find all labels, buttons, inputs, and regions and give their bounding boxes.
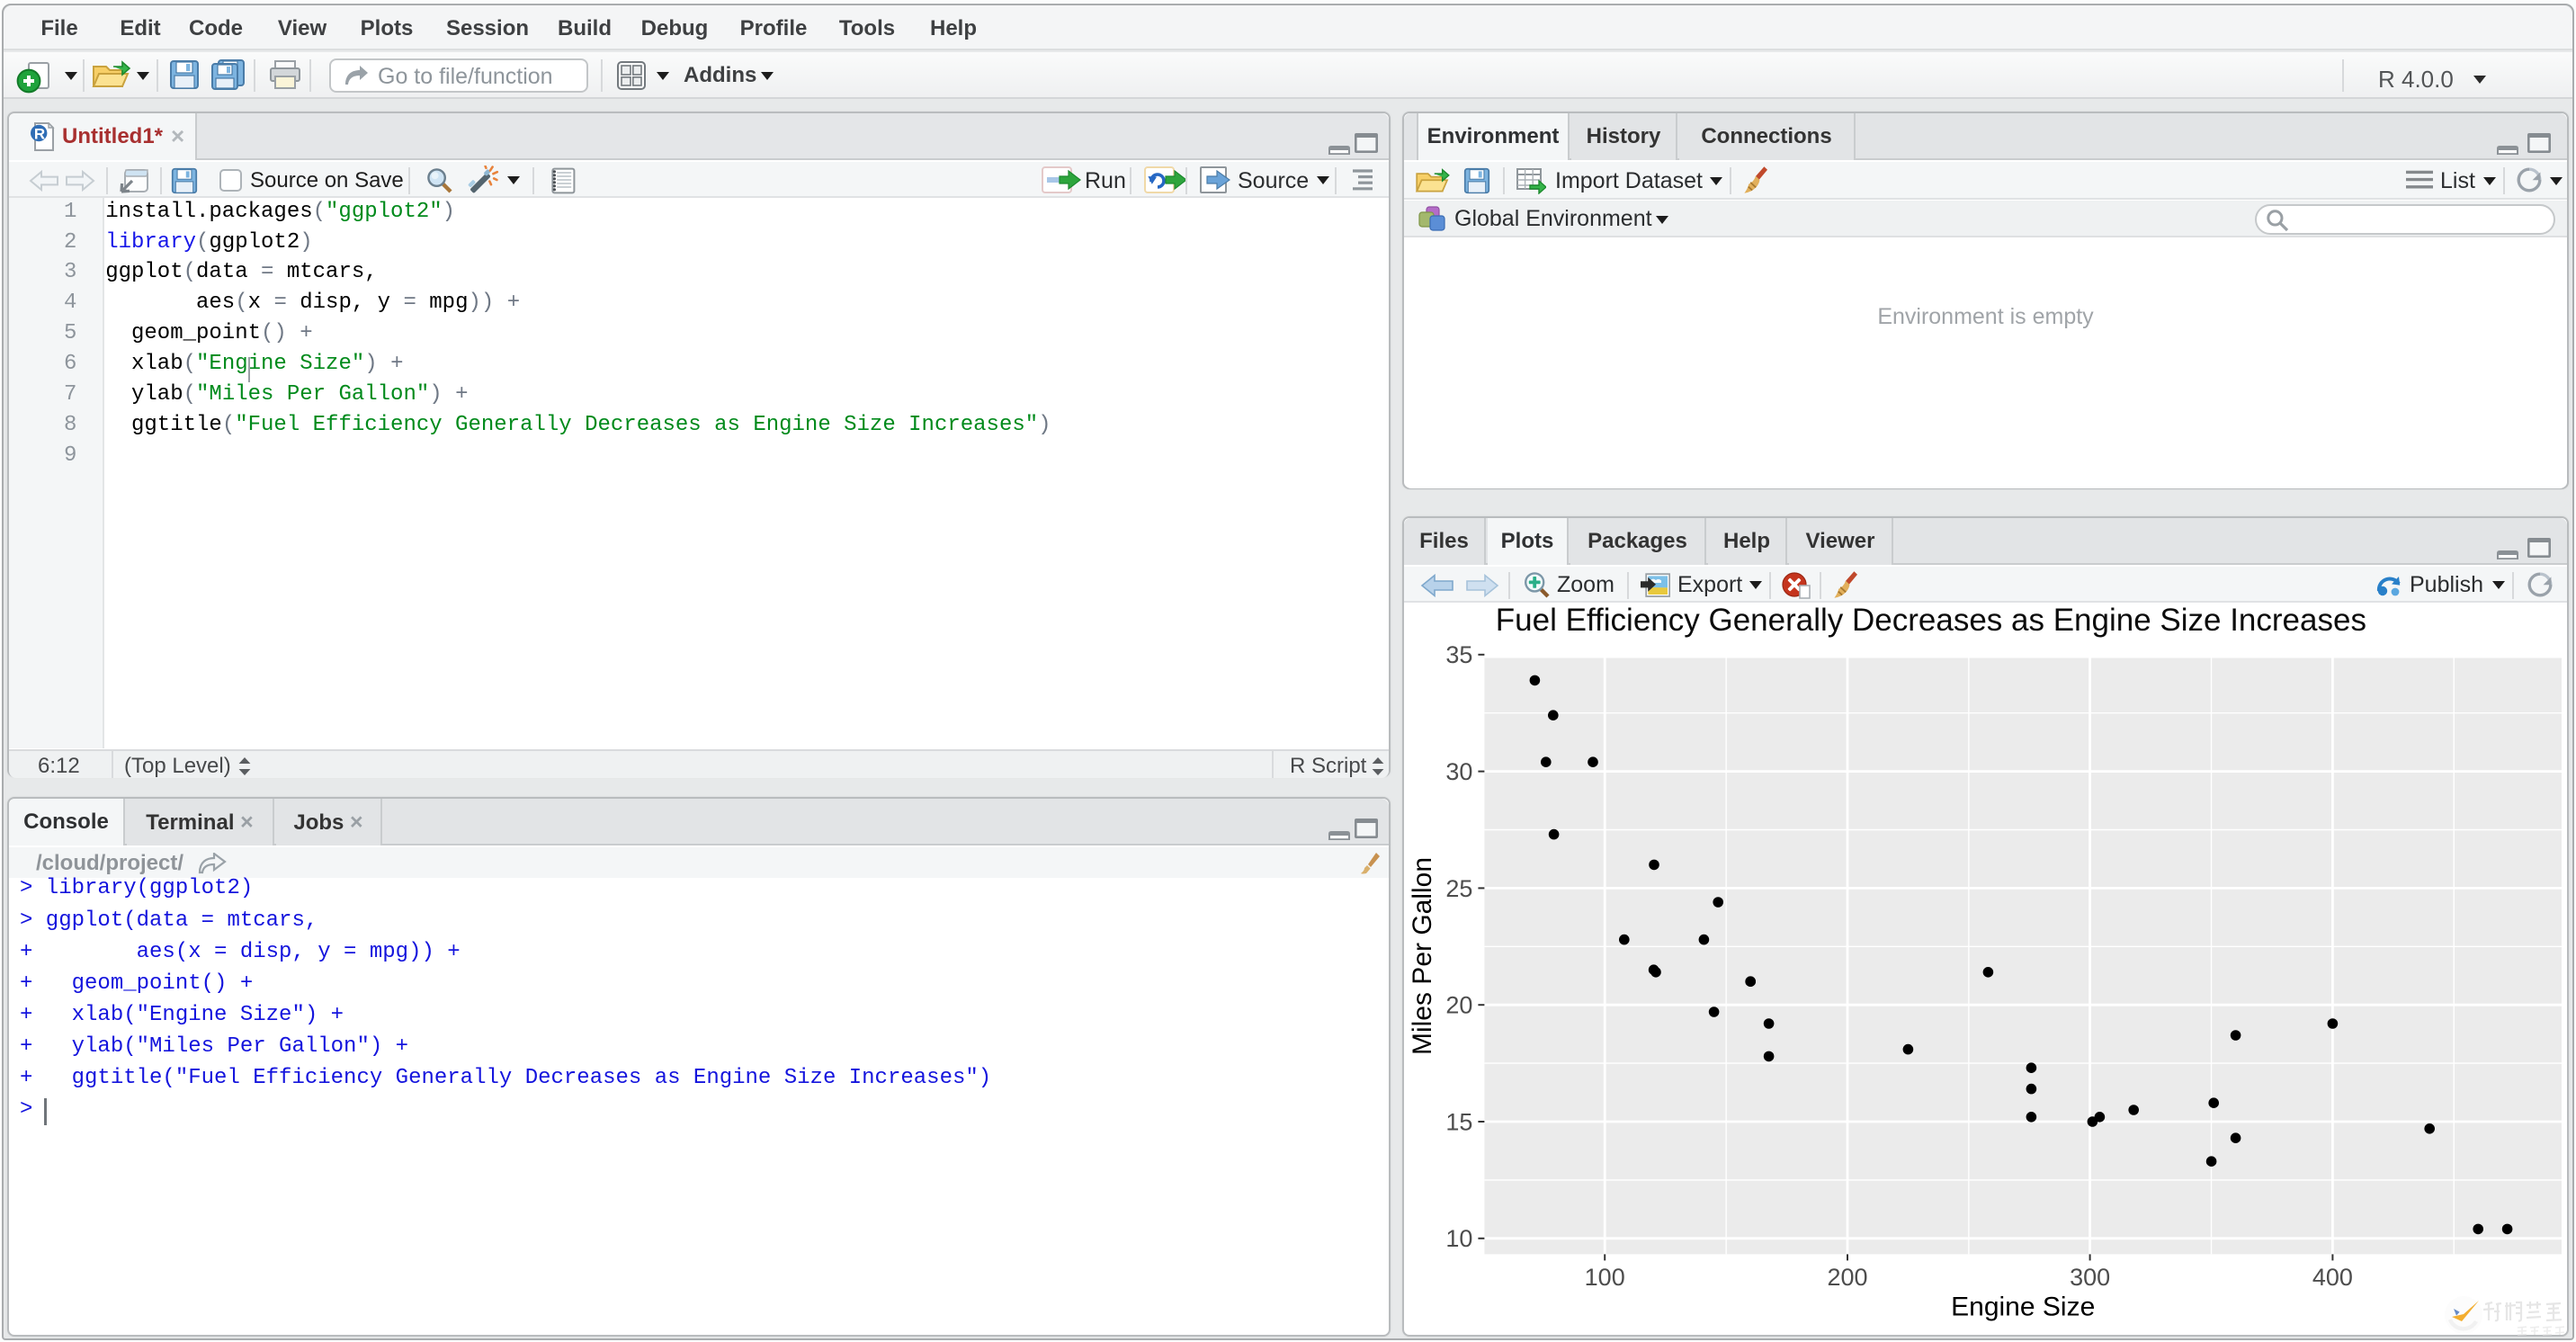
svg-text:Fuel Efficiency Generally Decr: Fuel Efficiency Generally Decreases as E… xyxy=(1496,603,2366,638)
svg-text:R: R xyxy=(34,125,45,142)
svg-text:300: 300 xyxy=(2070,1264,2110,1291)
svg-text:30: 30 xyxy=(1445,758,1472,785)
svg-text:10: 10 xyxy=(1445,1225,1472,1252)
svg-text:20: 20 xyxy=(1445,992,1472,1019)
svg-text:15: 15 xyxy=(1445,1108,1472,1135)
svg-text:400: 400 xyxy=(2312,1264,2353,1291)
svg-text:200: 200 xyxy=(1827,1264,1867,1291)
svg-text:Miles Per Gallon: Miles Per Gallon xyxy=(1408,857,1437,1055)
svg-text:100: 100 xyxy=(1585,1264,1625,1291)
svg-text:Engine Size: Engine Size xyxy=(1951,1293,2095,1322)
svg-text:25: 25 xyxy=(1445,875,1472,902)
svg-text:35: 35 xyxy=(1445,641,1472,668)
